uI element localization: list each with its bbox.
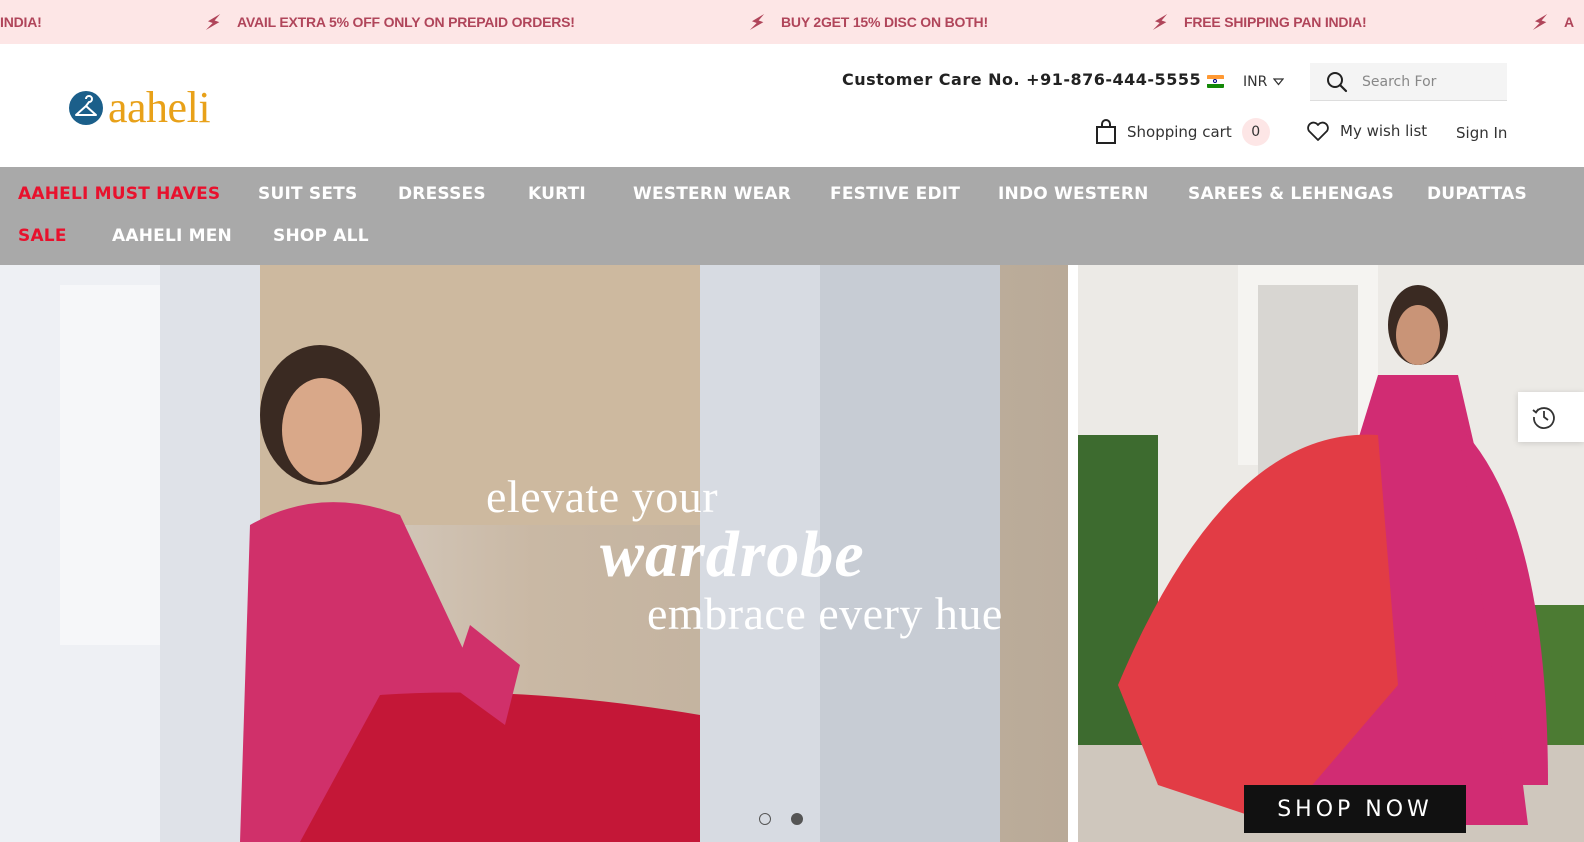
currency-selector[interactable]: INR <box>1243 74 1285 90</box>
currency-label: INR <box>1243 74 1268 90</box>
main-navigation: AAHELI MUST HAVES SUIT SETS DRESSES KURT… <box>0 167 1584 265</box>
lightning-icon <box>749 13 765 31</box>
hero-image-left <box>0 265 1068 842</box>
cart-count-badge: 0 <box>1241 118 1270 146</box>
nav-item-suit-sets[interactable]: SUIT SETS <box>258 184 357 204</box>
hero-headline-line-2: wardrobe <box>600 518 865 591</box>
hanger-logo-icon <box>69 91 103 125</box>
recently-viewed-button[interactable] <box>1518 392 1584 442</box>
chevron-down-icon <box>1273 78 1285 86</box>
hero-carousel: elevate your wardrobe embrace every hue … <box>0 265 1584 842</box>
announcement-item: INDIA! <box>0 14 42 30</box>
nav-item-sale[interactable]: SALE <box>18 226 67 246</box>
lightning-icon <box>205 13 221 31</box>
nav-item-western-wear[interactable]: WESTERN WEAR <box>633 184 791 204</box>
nav-item-indo-western[interactable]: INDO WESTERN <box>998 184 1149 204</box>
sign-in-link[interactable]: Sign In <box>1456 124 1507 142</box>
wishlist-button[interactable]: My wish list <box>1306 120 1427 142</box>
carousel-dot[interactable] <box>759 813 771 825</box>
shop-now-button[interactable]: SHOP NOW <box>1244 785 1466 833</box>
hero-image-right <box>1078 265 1584 842</box>
nav-item-festive-edit[interactable]: FESTIVE EDIT <box>830 184 960 204</box>
hero-headline-line-1: elevate your <box>486 471 719 522</box>
customer-care-number: Customer Care No. +91-876-444-5555 <box>842 70 1202 89</box>
announcement-bar: INDIA! AVAIL EXTRA 5% OFF ONLY ON PREPAI… <box>0 0 1584 44</box>
heart-icon <box>1307 121 1329 141</box>
announcement-item: A <box>1530 0 1574 44</box>
nav-item-dupattas[interactable]: DUPATTAS <box>1427 184 1527 204</box>
brand-logo[interactable]: aaheli <box>68 83 211 132</box>
nav-item-sarees-lehengas[interactable]: SAREES & LEHENGAS <box>1188 184 1394 204</box>
nav-item-dresses[interactable]: DRESSES <box>398 184 486 204</box>
hero-banner-left[interactable]: elevate your wardrobe embrace every hue <box>0 265 1068 842</box>
logo-text: aaheli <box>108 83 211 132</box>
nav-item-shop-all[interactable]: SHOP ALL <box>273 226 369 246</box>
shopping-cart-label: Shopping cart <box>1127 123 1232 141</box>
announcement-item: FREE SHIPPING PAN INDIA! <box>1150 0 1367 44</box>
india-flag-icon[interactable] <box>1207 75 1224 88</box>
shopping-bag-icon <box>1096 119 1116 144</box>
nav-item-aaheli-men[interactable]: AAHELI MEN <box>112 226 232 246</box>
announcement-item: BUY 2GET 15% DISC ON BOTH! <box>747 0 988 44</box>
lightning-icon <box>1152 13 1168 31</box>
hero-headline-line-3: embrace every hue <box>647 588 1003 639</box>
history-icon <box>1532 407 1555 429</box>
nav-item-aaheli-must-haves[interactable]: AAHELI MUST HAVES <box>18 184 220 204</box>
wishlist-label: My wish list <box>1340 122 1428 140</box>
announcement-item: AVAIL EXTRA 5% OFF ONLY ON PREPAID ORDER… <box>203 0 575 44</box>
search-icon[interactable] <box>1326 71 1348 93</box>
search-box[interactable] <box>1310 63 1507 101</box>
lightning-icon <box>1532 13 1548 31</box>
carousel-pagination <box>759 813 803 825</box>
nav-item-kurti[interactable]: KURTI <box>528 184 586 204</box>
hero-banner-right[interactable] <box>1078 265 1584 842</box>
carousel-dot-active[interactable] <box>791 813 803 825</box>
search-input[interactable] <box>1360 72 1494 91</box>
shopping-cart-button[interactable]: Shopping cart 0 <box>1095 118 1270 146</box>
